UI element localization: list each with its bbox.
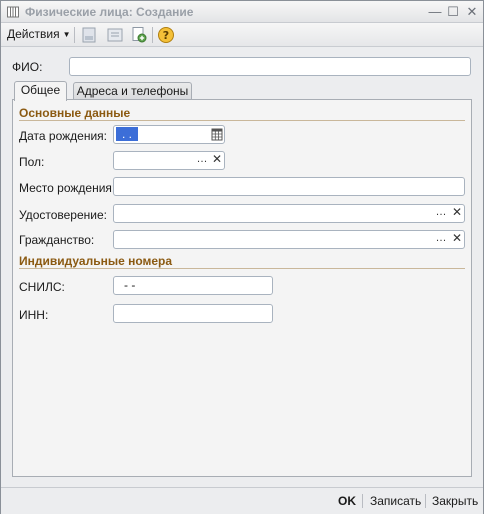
actions-menu[interactable]: Действия ▼ [7, 27, 71, 41]
inn-input[interactable] [113, 304, 273, 323]
tab-general[interactable]: Общее [14, 81, 67, 101]
birth-date-value: . . [116, 127, 139, 141]
actions-label: Действия [7, 27, 60, 41]
title-bar[interactable]: Физические лица: Создание — ☐ ✕ [1, 1, 483, 23]
section-title-main: Основные данные [19, 106, 131, 120]
maximize-icon[interactable]: ☐ [445, 4, 461, 20]
clear-icon[interactable]: ✕ [210, 152, 224, 169]
tab-general-label: Общее [20, 83, 61, 97]
select-dots-icon[interactable]: … [434, 231, 448, 248]
bottom-divider [425, 494, 426, 508]
gender-label: Пол: [19, 155, 45, 169]
id-doc-field[interactable]: … ✕ [113, 204, 465, 223]
select-dots-icon[interactable]: … [195, 152, 209, 169]
inn-label: ИНН: [19, 308, 49, 322]
section-divider [19, 268, 465, 269]
tab-addresses-label: Адреса и телефоны [76, 84, 189, 98]
app-icon [7, 6, 19, 18]
clear-icon[interactable]: ✕ [450, 231, 464, 248]
citizenship-label: Гражданство: [19, 233, 95, 247]
close-button[interactable]: Закрыть [432, 494, 478, 508]
close-icon[interactable]: ✕ [464, 4, 480, 20]
select-dots-icon[interactable]: … [434, 205, 448, 222]
bottom-divider [362, 494, 363, 508]
snils-input[interactable]: - - [113, 276, 273, 295]
help-icon[interactable]: ? [157, 26, 175, 44]
clear-icon[interactable]: ✕ [450, 205, 464, 222]
id-doc-label: Удостоверение: [19, 208, 107, 222]
toolbar-divider [74, 27, 75, 43]
citizenship-field[interactable]: … ✕ [113, 230, 465, 249]
birth-date-field[interactable]: . . [113, 125, 225, 144]
save-button[interactable]: Записать [370, 494, 421, 508]
birth-place-label: Место рождения: [19, 181, 116, 195]
calendar-icon[interactable] [210, 126, 224, 143]
section-divider [19, 120, 465, 121]
snils-label: СНИЛС: [19, 280, 65, 294]
window-title: Физические лица: Создание [25, 5, 194, 19]
fio-input[interactable] [69, 57, 471, 76]
fio-label: ФИО: [12, 60, 43, 74]
minimize-icon[interactable]: — [427, 4, 443, 20]
save-doc-icon[interactable] [80, 26, 98, 44]
birth-date-label: Дата рождения: [19, 129, 107, 143]
toolbar: Действия ▼ ? [1, 23, 483, 47]
svg-text:?: ? [163, 29, 169, 42]
bottom-bar: OK Записать Закрыть [1, 487, 483, 514]
section-title-numbers: Индивидуальные номера [19, 254, 173, 268]
toolbar-divider [152, 27, 153, 43]
ok-button[interactable]: OK [338, 494, 356, 508]
chevron-down-icon: ▼ [62, 30, 71, 39]
form-window: Физические лица: Создание — ☐ ✕ Действия… [0, 0, 484, 514]
birth-place-input[interactable] [113, 177, 465, 196]
copy-add-icon[interactable] [130, 26, 148, 44]
gender-field[interactable]: … ✕ [113, 151, 225, 170]
structure-icon[interactable] [106, 26, 124, 44]
